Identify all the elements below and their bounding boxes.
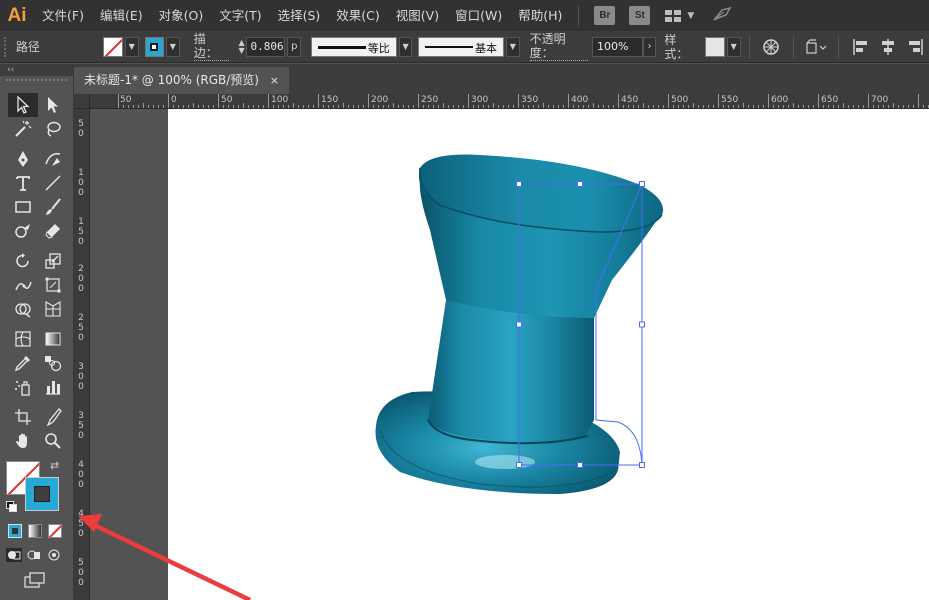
cylinder-body-shape[interactable] (427, 300, 594, 445)
annotation-arrow (78, 514, 251, 600)
artwork-layer (78, 154, 664, 600)
